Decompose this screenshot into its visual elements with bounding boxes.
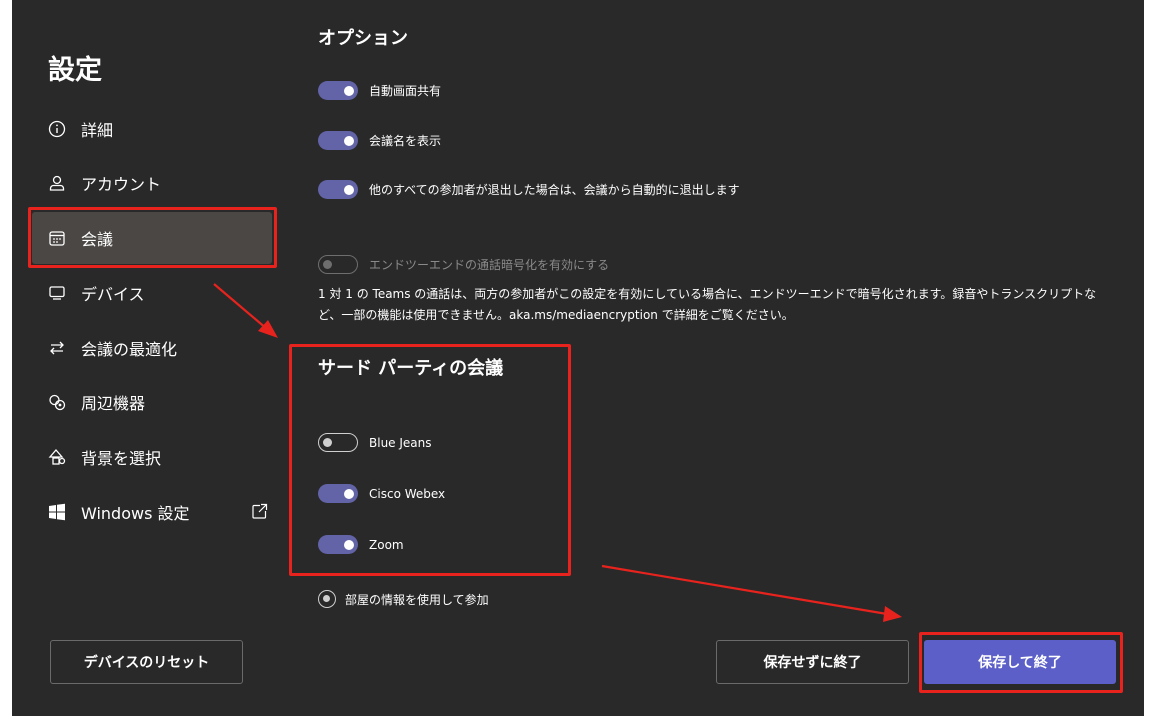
toggle-row-blue-jeans: Blue Jeans xyxy=(318,433,432,452)
auto-screen-share-toggle[interactable] xyxy=(318,81,358,100)
toggle-row-show-meeting-name: 会議名を表示 xyxy=(318,131,441,150)
toggle-row-auto-leave: 他のすべての参加者が退出した場合は、会議から自動的に退出します xyxy=(318,180,740,199)
exit-without-saving-button[interactable]: 保存せずに終了 xyxy=(716,640,909,684)
sidebar-item-label: 背景を選択 xyxy=(81,449,162,468)
sidebar-item-peripherals[interactable]: 周辺機器 xyxy=(32,376,272,428)
sidebar-item-account[interactable]: アカウント xyxy=(32,157,272,209)
room-info-row: 部屋の情報を使用して参加 xyxy=(318,590,489,608)
toggle-label: 会議名を表示 xyxy=(369,134,442,148)
radio-label: 部屋の情報を使用して参加 xyxy=(345,592,489,607)
person-icon xyxy=(48,174,66,192)
sidebar-item-label: アカウント xyxy=(81,175,162,194)
sidebar-item-label: 詳細 xyxy=(81,121,114,140)
toggle-row-e2e-encryption: エンドツーエンドの通話暗号化を有効にする xyxy=(318,255,609,274)
shapes-icon xyxy=(48,448,66,466)
toggle-label: 自動画面共有 xyxy=(369,84,442,98)
e2e-encryption-toggle[interactable] xyxy=(318,255,358,274)
toggle-label: エンドツーエンドの通話暗号化を有効にする xyxy=(369,258,610,272)
external-link-icon xyxy=(251,503,268,520)
monitor-icon xyxy=(48,284,66,302)
sidebar-item-label: 周辺機器 xyxy=(81,394,146,413)
room-info-radio[interactable] xyxy=(318,590,336,608)
toggle-label: Blue Jeans xyxy=(369,435,432,450)
e2e-description: 1 対 1 の Teams の通話は、両方の参加者がこの設定を有効にしている場合… xyxy=(318,287,1097,322)
toggle-label: Cisco Webex xyxy=(369,486,446,501)
auto-leave-toggle[interactable] xyxy=(318,180,358,199)
show-meeting-name-toggle[interactable] xyxy=(318,131,358,150)
toggle-label: 他のすべての参加者が退出した場合は、会議から自動的に退出します xyxy=(369,183,740,197)
sidebar-item-details[interactable]: 詳細 xyxy=(32,103,272,155)
peripherals-icon xyxy=(48,393,66,411)
blue-jeans-toggle[interactable] xyxy=(318,433,358,452)
sidebar-item-devices[interactable]: デバイス xyxy=(32,267,272,319)
toggle-row-zoom: Zoom xyxy=(318,535,404,554)
zoom-toggle[interactable] xyxy=(318,535,358,554)
sidebar-item-label: デバイス xyxy=(81,285,145,304)
info-icon xyxy=(48,120,66,138)
third-party-title: サード パーティの会議 xyxy=(318,358,504,379)
sidebar-item-label: 会議 xyxy=(81,230,114,249)
sidebar-item-meetings[interactable]: 会議 xyxy=(32,212,272,264)
toggle-row-cisco-webex: Cisco Webex xyxy=(318,484,445,503)
sidebar-item-label: 会議の最適化 xyxy=(81,340,178,359)
settings-window: 設定 詳細 アカウント 会議 デバイス 会議の最適化 周辺機器 背景を選択 Wi… xyxy=(12,0,1144,716)
cisco-webex-toggle[interactable] xyxy=(318,484,358,503)
reset-devices-button[interactable]: デバイスのリセット xyxy=(50,640,243,684)
sidebar-item-label: Windows 設定 xyxy=(81,504,190,523)
sidebar-item-background[interactable]: 背景を選択 xyxy=(32,431,272,483)
settings-title: 設定 xyxy=(48,55,102,86)
toggle-label: Zoom xyxy=(369,537,404,552)
swap-arrows-icon xyxy=(48,339,66,357)
calendar-icon xyxy=(48,229,66,247)
toggle-row-auto-share: 自動画面共有 xyxy=(318,81,441,100)
sidebar-item-optimization[interactable]: 会議の最適化 xyxy=(32,322,272,374)
sidebar-item-windows-settings[interactable]: Windows 設定 xyxy=(32,486,272,538)
windows-logo-icon xyxy=(48,503,66,521)
save-and-exit-button[interactable]: 保存して終了 xyxy=(924,640,1116,684)
options-title: オプション xyxy=(318,28,408,49)
